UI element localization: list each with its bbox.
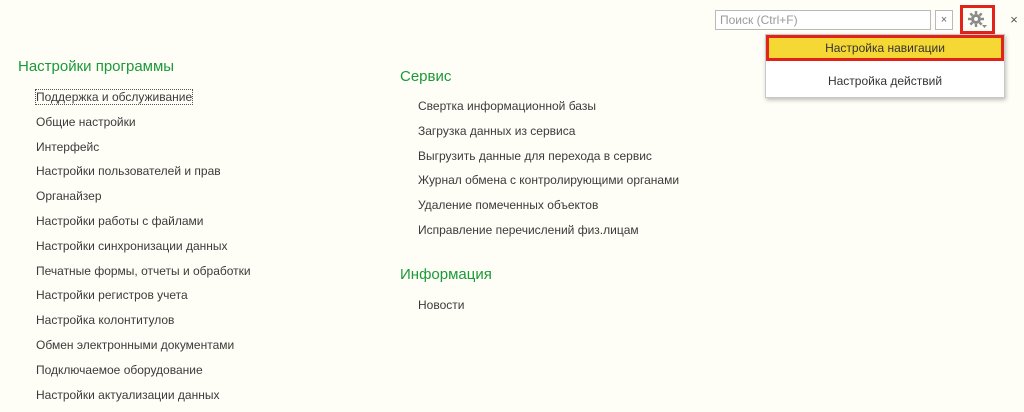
section-title-info: Информация bbox=[400, 266, 492, 283]
link-export-to-service[interactable]: Выгрузить данные для перехода в сервис bbox=[418, 149, 679, 174]
search-clear-button[interactable]: × bbox=[935, 10, 953, 30]
link-general-settings[interactable]: Общие настройки bbox=[36, 115, 251, 140]
page: × × Настройка навигации bbox=[0, 0, 1024, 412]
link-print-forms[interactable]: Печатные формы, отчеты и обработки bbox=[36, 264, 251, 289]
link-headers-footers[interactable]: Настройка колонтитулов bbox=[36, 313, 251, 338]
link-exchange-journal[interactable]: Журнал обмена с контролирующими органами bbox=[418, 173, 679, 198]
gear-icon bbox=[967, 10, 987, 28]
section-title-program-settings: Настройки программы bbox=[18, 58, 175, 75]
link-support[interactable]: Поддержка и обслуживание bbox=[34, 89, 251, 115]
search-box[interactable] bbox=[715, 10, 931, 30]
settings-gear-button[interactable] bbox=[960, 5, 995, 34]
menu-item-navigation-settings[interactable]: Настройка навигации bbox=[766, 35, 1004, 61]
link-organizer[interactable]: Органайзер bbox=[36, 189, 251, 214]
link-sync-settings[interactable]: Настройки синхронизации данных bbox=[36, 239, 251, 264]
clear-icon: × bbox=[940, 14, 948, 26]
link-db-collapse[interactable]: Свертка информационной базы bbox=[418, 99, 679, 124]
close-icon: × bbox=[1010, 11, 1018, 27]
link-users-rights[interactable]: Настройки пользователей и прав bbox=[36, 164, 251, 189]
program-settings-list: Поддержка и обслуживание Общие настройки… bbox=[34, 89, 251, 412]
link-edi[interactable]: Обмен электронными документами bbox=[36, 338, 251, 363]
link-registers[interactable]: Настройки регистров учета bbox=[36, 288, 251, 313]
link-news[interactable]: Новости bbox=[418, 298, 464, 323]
service-list: Свертка информационной базы Загрузка дан… bbox=[418, 99, 679, 248]
link-file-settings[interactable]: Настройки работы с файлами bbox=[36, 214, 251, 239]
menu-item-label: Настройка навигации bbox=[825, 41, 945, 55]
menu-item-label: Настройка действий bbox=[827, 74, 943, 88]
link-equipment[interactable]: Подключаемое оборудование bbox=[36, 363, 251, 388]
settings-dropdown-menu: Настройка навигации Настройка действий bbox=[765, 34, 1005, 98]
link-load-from-service[interactable]: Загрузка данных из сервиса bbox=[418, 124, 679, 149]
info-list: Новости bbox=[418, 298, 464, 323]
menu-item-action-settings[interactable]: Настройка действий bbox=[766, 68, 1004, 94]
section-title-service: Сервис bbox=[400, 68, 452, 85]
link-fix-transfers[interactable]: Исправление перечислений физ.лицам bbox=[418, 223, 679, 248]
close-window-button[interactable]: × bbox=[1008, 11, 1020, 27]
link-interface[interactable]: Интерфейс bbox=[36, 140, 251, 165]
link-delete-marked[interactable]: Удаление помеченных объектов bbox=[418, 198, 679, 223]
search-input[interactable] bbox=[716, 11, 930, 29]
link-data-update[interactable]: Настройки актуализации данных bbox=[36, 388, 251, 412]
